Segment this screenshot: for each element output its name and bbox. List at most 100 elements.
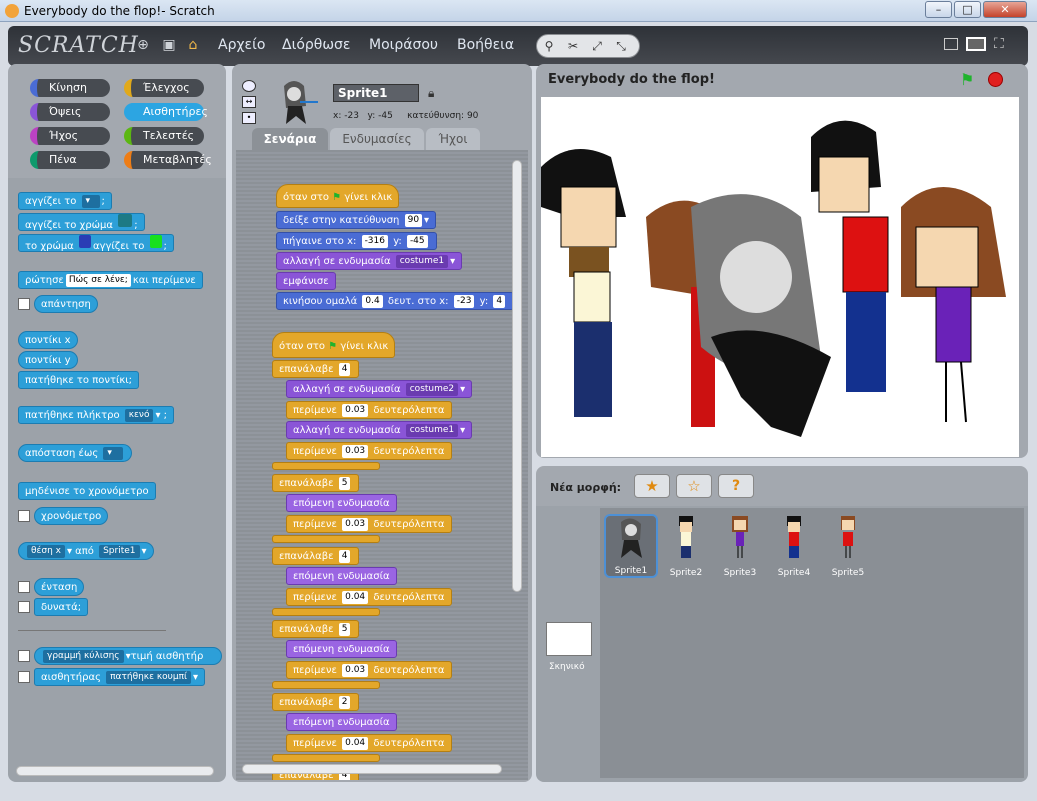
block-wait[interactable]: περίμενε 0.03 δευτερόλεπτα: [286, 515, 452, 533]
block-answer[interactable]: απάντηση: [34, 295, 98, 313]
category-motion[interactable]: Κίνηση: [30, 79, 110, 97]
maximize-button[interactable]: □: [954, 1, 981, 18]
tab-scripts[interactable]: Σενάρια: [252, 128, 328, 150]
green-flag-icon: ⚑: [332, 192, 342, 203]
block-wait[interactable]: περίμενε 0.03 δευτερόλεπτα: [286, 401, 452, 419]
category-variables[interactable]: Μεταβλητές: [124, 151, 212, 169]
block-ask[interactable]: ρώτησε Πώς σε λένε; και περίμενε: [18, 271, 203, 289]
block-show[interactable]: εμφάνισε: [276, 272, 336, 290]
category-looks[interactable]: Όψεις: [30, 103, 110, 121]
block-glide[interactable]: κινήσου ομαλά 0.4 δευτ. στο x: -23 y: 4: [276, 292, 515, 310]
block-switch-costume[interactable]: αλλαγή σε ενδυμασία costume2 ▾: [286, 380, 473, 398]
block-sensor-value[interactable]: γραμμή κύλισης ▾τιμή αισθητήρ: [34, 647, 222, 665]
block-next-costume[interactable]: επόμενη ενδυμασία: [286, 713, 397, 731]
green-flag-button[interactable]: ⚑: [960, 70, 974, 89]
block-next-costume[interactable]: επόμενη ενδυμασία: [286, 640, 397, 658]
sprite-thumb-1[interactable]: Sprite1: [604, 514, 658, 578]
block-repeat[interactable]: επανάλαβε 5: [272, 474, 360, 492]
globe-icon[interactable]: ⊕: [132, 34, 154, 56]
minimize-button[interactable]: –: [925, 1, 952, 18]
grow-icon[interactable]: ⤢: [585, 35, 609, 57]
sprite2-icon: [679, 516, 693, 558]
sensor-value-checkbox[interactable]: [18, 650, 30, 662]
menu-share[interactable]: Μοιράσου: [369, 37, 438, 53]
category-sensing[interactable]: Αισθητήρες: [124, 103, 208, 121]
block-distance[interactable]: απόσταση έως ▾: [18, 444, 133, 462]
loud-checkbox[interactable]: [18, 601, 30, 613]
no-rotate-icon[interactable]: •: [242, 112, 256, 124]
block-attribute-of[interactable]: θέση x ▾ από Sprite1 ▾: [18, 542, 154, 560]
timer-checkbox[interactable]: [18, 510, 30, 522]
close-button[interactable]: ✕: [983, 1, 1027, 18]
category-sound[interactable]: Ήχος: [30, 127, 110, 145]
block-loudness[interactable]: ένταση: [34, 578, 85, 596]
loudness-checkbox[interactable]: [18, 581, 30, 593]
block-reset-timer[interactable]: μηδένισε το χρονόμετρο: [18, 482, 156, 500]
tab-costumes[interactable]: Ενδυμασίες: [330, 128, 424, 150]
palette-scrollbar[interactable]: [16, 766, 214, 776]
sprite-thumb-5[interactable]: Sprite5: [821, 514, 875, 578]
block-switch-costume[interactable]: αλλαγή σε ενδυμασία costume1 ▾: [286, 421, 473, 439]
small-stage-icon[interactable]: [944, 38, 958, 50]
block-next-costume[interactable]: επόμενη ενδυμασία: [286, 494, 397, 512]
paint-new-sprite-button[interactable]: ★: [634, 474, 670, 498]
block-wait[interactable]: περίμενε 0.04 δευτερόλεπτα: [286, 588, 452, 606]
block-touching[interactable]: αγγίζει το ▾;: [18, 192, 112, 210]
share-icon[interactable]: ⌂: [182, 34, 204, 56]
scripts-area[interactable]: όταν στο ⚑ γίνει κλικ δείξε στην κατεύθυ…: [236, 150, 528, 780]
sprite-position: x: -23 y: -45 κατεύθυνση: 90: [333, 111, 479, 121]
block-key-pressed[interactable]: πατήθηκε πλήκτρο κενό ▾ ;: [18, 406, 175, 424]
block-touching-color[interactable]: αγγίζει το χρώμα ;: [18, 213, 145, 231]
rotate-style-icon[interactable]: [242, 80, 256, 92]
sprite-thumb-2[interactable]: Sprite2: [659, 514, 713, 578]
sprite-name-field[interactable]: Sprite1: [333, 84, 419, 102]
category-pen[interactable]: Πένα: [30, 151, 110, 169]
block-wait[interactable]: περίμενε 0.03 δευτερόλεπτα: [286, 442, 452, 460]
scripts-vscrollbar[interactable]: [512, 160, 522, 592]
block-wait[interactable]: περίμενε 0.03 δευτερόλεπτα: [286, 661, 452, 679]
block-wait[interactable]: περίμενε 0.04 δευτερόλεπτα: [286, 734, 452, 752]
sprite-thumb-4[interactable]: Sprite4: [767, 514, 821, 578]
duplicate-stamp-icon[interactable]: ⚲: [537, 35, 561, 57]
stop-button[interactable]: [988, 72, 1003, 87]
menu-file[interactable]: Αρχείο: [218, 37, 265, 53]
block-switch-costume[interactable]: αλλαγή σε ενδυμασία costume1 ▾: [276, 252, 463, 270]
block-mouse-x[interactable]: ποντίκι x: [18, 331, 78, 349]
block-color-touching[interactable]: το χρώμα αγγίζει το ;: [18, 234, 174, 252]
save-icon[interactable]: ▣: [158, 34, 180, 56]
menu-edit[interactable]: Διόρθωσε: [282, 37, 351, 53]
stage-canvas[interactable]: [541, 97, 1019, 457]
random-sprite-button[interactable]: ?: [718, 474, 754, 498]
block-goto-xy[interactable]: πήγαινε στο x: -316 y: -45: [276, 232, 437, 250]
lock-icon[interactable]: 🔒︎: [428, 86, 434, 101]
block-mouse-down[interactable]: πατήθηκε το ποντίκι;: [18, 371, 139, 389]
stage-thumbnail[interactable]: [546, 622, 592, 656]
delete-scissors-icon[interactable]: ✂: [561, 35, 585, 57]
shrink-icon[interactable]: ⤡: [609, 35, 633, 57]
block-repeat[interactable]: επανάλαβε 2: [272, 693, 360, 711]
block-repeat[interactable]: επανάλαβε 4: [272, 547, 360, 565]
normal-stage-icon[interactable]: [966, 37, 986, 51]
choose-sprite-from-file-button[interactable]: ☆: [676, 474, 712, 498]
stage-thumbnail-label: Σκηνικό: [549, 662, 585, 672]
when-flag-clicked-hat[interactable]: όταν στο ⚑ γίνει κλικ: [276, 184, 400, 208]
block-mouse-y[interactable]: ποντίκι y: [18, 351, 78, 369]
sprite-thumb-3[interactable]: Sprite3: [713, 514, 767, 578]
block-sensor[interactable]: αισθητήρας πατήθηκε κουμπί ▾: [34, 668, 206, 686]
category-control[interactable]: Έλεγχος: [124, 79, 204, 97]
flip-style-icon[interactable]: ↔: [242, 96, 256, 108]
tab-sounds[interactable]: Ήχοι: [426, 128, 480, 150]
sensor-checkbox[interactable]: [18, 671, 30, 683]
when-flag-clicked-hat-2[interactable]: όταν στο ⚑ γίνει κλικ: [272, 332, 396, 358]
block-next-costume[interactable]: επόμενη ενδυμασία: [286, 567, 397, 585]
answer-checkbox[interactable]: [18, 298, 30, 310]
block-repeat[interactable]: επανάλαβε 5: [272, 620, 360, 638]
scripts-hscrollbar[interactable]: [242, 764, 502, 774]
menu-help[interactable]: Βοήθεια: [457, 37, 514, 53]
block-loud[interactable]: δυνατά;: [34, 598, 89, 616]
block-timer[interactable]: χρονόμετρο: [34, 507, 109, 525]
category-operators[interactable]: Τελεστές: [124, 127, 204, 145]
block-point-direction[interactable]: δείξε στην κατεύθυνση 90 ▾: [276, 211, 437, 229]
block-repeat[interactable]: επανάλαβε 4: [272, 360, 360, 378]
presentation-mode-icon[interactable]: ⛶: [994, 36, 1004, 52]
